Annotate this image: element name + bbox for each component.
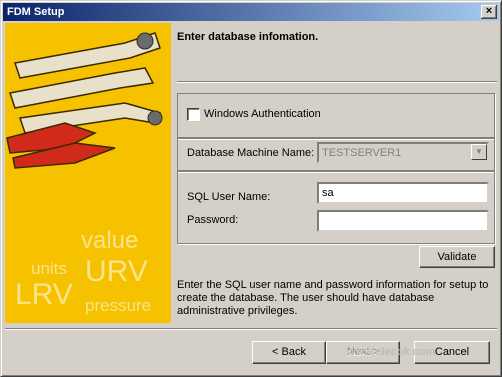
db-machine-select[interactable]: TESTSERVER1 bbox=[317, 142, 489, 163]
windows-auth-checkbox[interactable] bbox=[187, 108, 200, 121]
header-separator bbox=[177, 81, 497, 83]
sidebar-word-units: units bbox=[31, 259, 67, 278]
sidebar-banner: value units URV LRV pressure bbox=[5, 23, 171, 323]
tools-illustration bbox=[5, 23, 171, 173]
info-text: Enter the SQL user name and password inf… bbox=[177, 279, 489, 317]
page-heading: Enter database infomation. bbox=[177, 31, 319, 43]
sidebar-word-pressure: pressure bbox=[85, 296, 152, 315]
sql-user-label: SQL User Name: bbox=[187, 191, 271, 203]
watermark: www.elecok.com bbox=[347, 346, 436, 358]
sql-user-input[interactable]: sa bbox=[317, 182, 489, 204]
validate-button[interactable]: Validate bbox=[419, 246, 495, 268]
windows-auth-label: Windows Authentication bbox=[204, 108, 321, 120]
password-input[interactable] bbox=[317, 210, 489, 232]
sidebar-word-value: value bbox=[81, 227, 139, 254]
sidebar-word-urv: URV bbox=[85, 255, 148, 288]
window-title: FDM Setup bbox=[7, 6, 65, 18]
back-button[interactable]: < Back bbox=[252, 341, 326, 364]
close-icon[interactable]: × bbox=[481, 5, 497, 19]
chevron-down-icon[interactable]: ▼ bbox=[471, 144, 487, 160]
setup-window: FDM Setup × value units URV LRV pressure bbox=[0, 0, 502, 377]
db-machine-value: TESTSERVER1 bbox=[322, 147, 402, 159]
title-bar: FDM Setup × bbox=[3, 3, 499, 21]
password-label: Password: bbox=[187, 214, 239, 226]
sidebar-word-lrv: LRV bbox=[15, 278, 73, 311]
footer-separator bbox=[5, 328, 497, 330]
db-machine-label: Database Machine Name: bbox=[187, 147, 315, 159]
